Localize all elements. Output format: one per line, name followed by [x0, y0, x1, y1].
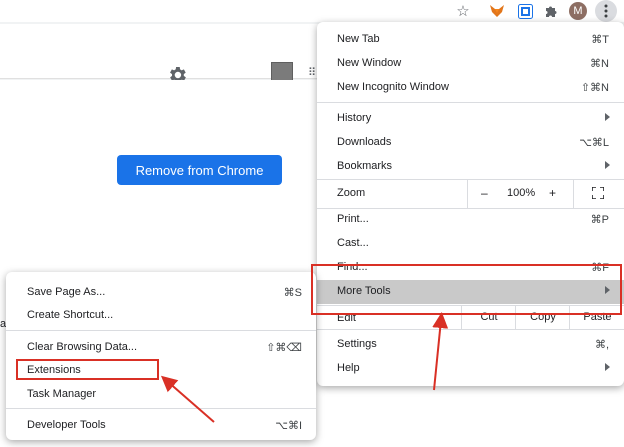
menu-shortcut: ⌘S	[283, 287, 302, 299]
metamask-fox-icon[interactable]	[487, 1, 507, 21]
zoom-in-button[interactable]: +	[549, 186, 556, 200]
menu-shortcut: ⌘T	[591, 34, 609, 46]
menu-item-new-tab[interactable]: New Tab ⌘T	[317, 28, 624, 52]
browser-toolbar: ☆ M	[0, 0, 624, 22]
submenu-arrow-icon	[605, 363, 610, 371]
menu-item-print[interactable]: Print... ⌘P	[317, 208, 624, 232]
zoom-divider	[467, 180, 468, 208]
menu-item-bookmarks[interactable]: Bookmarks	[317, 155, 624, 179]
menu-item-new-window[interactable]: New Window ⌘N	[317, 52, 624, 76]
more-tools-highlight-box	[311, 264, 622, 315]
zoom-out-button[interactable]: –	[481, 186, 488, 200]
zoom-divider	[573, 180, 574, 208]
star-icon[interactable]: ☆	[453, 1, 473, 21]
submenu-arrow-icon	[605, 161, 610, 169]
menu-divider	[6, 330, 316, 331]
submenu-item-developer-tools[interactable]: Developer Tools ⌥⌘I	[6, 413, 316, 437]
zoom-row: Zoom – 100% +	[317, 180, 624, 208]
menu-label: Bookmarks	[337, 160, 393, 172]
menu-shortcut: ⌘,	[594, 339, 609, 351]
avatar-initial: M	[569, 2, 587, 20]
menu-divider	[317, 329, 624, 330]
submenu-item-task-manager[interactable]: Task Manager	[6, 382, 316, 406]
remove-from-chrome-button[interactable]: Remove from Chrome	[117, 155, 282, 185]
kebab-menu-icon[interactable]	[595, 0, 617, 22]
menu-label: Help	[337, 362, 360, 374]
menu-shortcut: ⇧⌘⌫	[266, 342, 302, 354]
menu-label: Create Shortcut...	[27, 309, 114, 321]
menu-label: Task Manager	[27, 388, 97, 400]
menu-item-new-incognito-window[interactable]: New Incognito Window ⇧⌘N	[317, 76, 624, 100]
puzzle-icon[interactable]	[541, 1, 561, 21]
avatar[interactable]: M	[568, 1, 588, 21]
submenu-item-save-page-as[interactable]: Save Page As... ⌘S	[6, 280, 316, 304]
menu-label: Downloads	[337, 136, 392, 148]
menu-label: New Window	[337, 57, 402, 69]
menu-item-history[interactable]: History	[317, 107, 624, 131]
submenu-item-create-shortcut[interactable]: Create Shortcut...	[6, 303, 316, 327]
extension-header-panel: ⠿	[0, 24, 340, 83]
extensions-highlight-box	[16, 359, 159, 380]
menu-item-settings[interactable]: Settings ⌘,	[317, 333, 624, 357]
partial-icon: ⠿	[308, 67, 317, 79]
submenu-arrow-icon	[605, 113, 610, 121]
menu-item-help[interactable]: Help	[317, 357, 624, 381]
menu-divider	[317, 102, 624, 103]
menu-divider	[6, 408, 316, 409]
menu-label: New Incognito Window	[337, 81, 449, 93]
menu-shortcut: ⌘N	[590, 58, 609, 70]
menu-label: History	[337, 112, 372, 124]
menu-shortcut: ⌥⌘L	[579, 137, 609, 149]
extension-thumbnail	[271, 62, 293, 82]
menu-label: Clear Browsing Data...	[27, 341, 138, 353]
menu-label: Print...	[337, 213, 369, 225]
menu-shortcut: ⇧⌘N	[580, 82, 609, 94]
menu-label: Settings	[337, 338, 377, 350]
zoom-level: 100%	[507, 187, 536, 199]
fullscreen-icon[interactable]	[592, 187, 604, 199]
menu-shortcut: ⌥⌘I	[275, 420, 302, 432]
menu-shortcut: ⌘P	[590, 214, 609, 226]
menu-label: Developer Tools	[27, 419, 106, 431]
menu-label: New Tab	[337, 33, 380, 45]
menu-item-downloads[interactable]: Downloads ⌥⌘L	[317, 131, 624, 155]
submenu-item-clear-browsing-data[interactable]: Clear Browsing Data... ⇧⌘⌫	[6, 335, 316, 359]
menu-item-cast[interactable]: Cast...	[317, 232, 624, 256]
chrome-main-menu: New Tab ⌘T New Window ⌘N New Incognito W…	[317, 22, 624, 386]
extension-icon[interactable]	[515, 1, 535, 21]
menu-label: Save Page As...	[27, 286, 106, 298]
more-tools-submenu: Save Page As... ⌘S Create Shortcut... Cl…	[6, 272, 316, 440]
menu-label: Cast...	[337, 237, 369, 249]
zoom-label: Zoom	[337, 187, 366, 199]
